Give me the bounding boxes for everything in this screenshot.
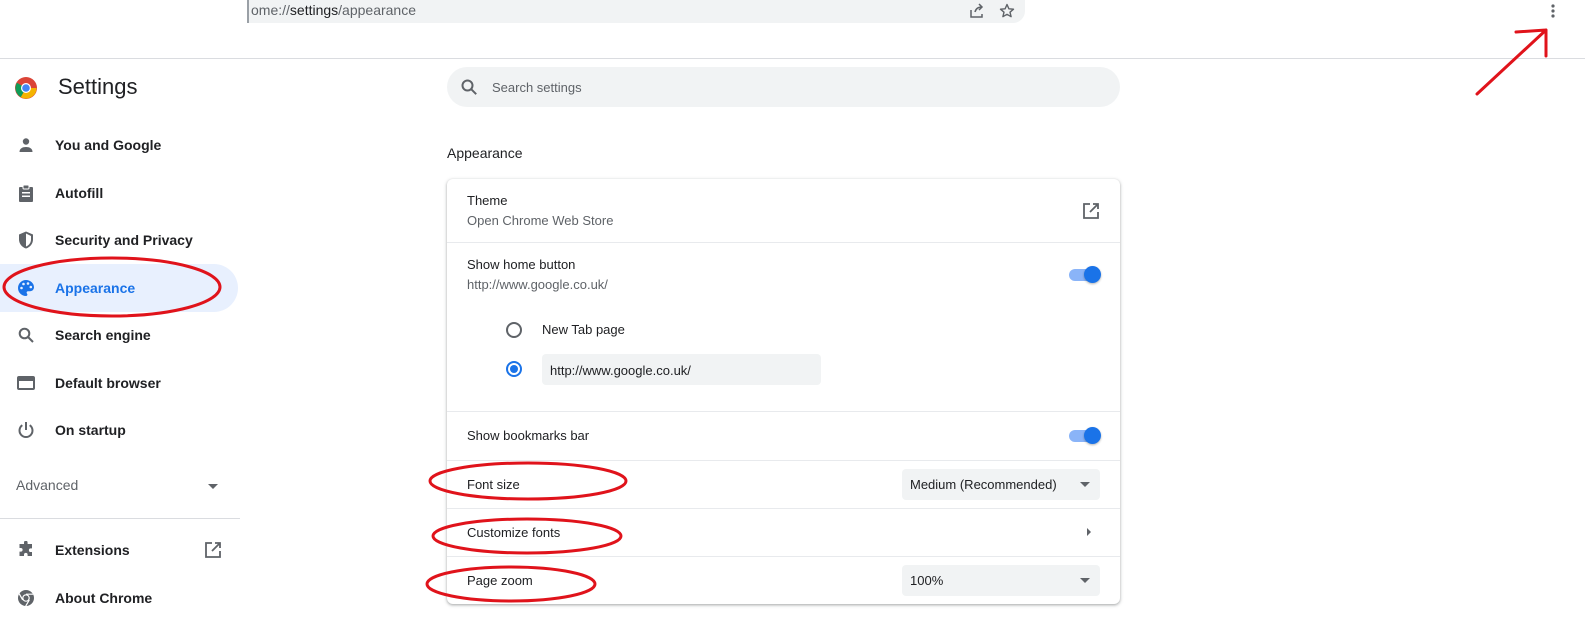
bookmark-star-icon[interactable]: [997, 1, 1017, 21]
font-size-select[interactable]: Medium (Recommended): [902, 469, 1100, 500]
sidebar-item-label: You and Google: [55, 137, 162, 153]
sidebar-item-on-startup[interactable]: On startup: [0, 406, 238, 454]
chrome-logo-icon: [14, 76, 38, 100]
chevron-down-icon[interactable]: [205, 479, 221, 495]
search-icon: [16, 325, 36, 345]
home-button-sublabel: http://www.google.co.uk/: [467, 277, 608, 292]
shield-icon: [16, 230, 36, 250]
sidebar-item-label: Autofill: [55, 185, 104, 201]
settings-sidebar: Settings You and Google Autofill Securit…: [0, 59, 240, 630]
sidebar-item-default-browser[interactable]: Default browser: [0, 359, 238, 407]
page-title: Settings: [58, 74, 138, 99]
open-in-new-icon[interactable]: [1080, 200, 1102, 222]
sidebar-divider: [0, 518, 240, 519]
browser-window-icon: [16, 373, 36, 393]
row-divider: [447, 556, 1120, 557]
home-button-toggle[interactable]: [1069, 266, 1101, 283]
dropdown-caret-icon: [1080, 578, 1090, 583]
radio-new-tab-page[interactable]: [506, 322, 522, 338]
radio-new-tab-page-label[interactable]: New Tab page: [542, 322, 625, 337]
sidebar-item-label: About Chrome: [55, 590, 153, 606]
bookmarks-bar-label: Show bookmarks bar: [467, 428, 590, 443]
customize-fonts-label[interactable]: Customize fonts: [467, 525, 560, 540]
sidebar-item-security-and-privacy[interactable]: Security and Privacy: [0, 216, 238, 264]
more-vert-icon[interactable]: [1544, 1, 1562, 21]
row-divider: [447, 508, 1120, 509]
sidebar-item-label: Search engine: [55, 327, 151, 343]
search-settings-bar[interactable]: [447, 67, 1120, 107]
row-divider: [447, 460, 1120, 461]
sidebar-item-label: Extensions: [55, 542, 130, 558]
home-url-input[interactable]: [550, 361, 810, 379]
dropdown-caret-icon: [1080, 482, 1090, 487]
appearance-card: Theme Open Chrome Web Store Show home bu…: [447, 179, 1120, 604]
puzzle-icon: [16, 540, 36, 560]
theme-label: Theme: [467, 193, 508, 208]
sidebar-item-label: Security and Privacy: [55, 232, 193, 248]
row-divider: [447, 411, 1120, 412]
clipboard-icon: [16, 183, 36, 203]
sidebar-item-search-engine[interactable]: Search engine: [0, 311, 238, 359]
page-zoom-select[interactable]: 100%: [902, 565, 1100, 596]
browser-toolbar: ome://settings/appearance: [0, 0, 1585, 59]
advanced-toggle-label[interactable]: Advanced: [16, 477, 78, 493]
font-size-value: Medium (Recommended): [910, 477, 1057, 492]
person-icon: [16, 135, 36, 155]
sidebar-item-label: Default browser: [55, 375, 161, 391]
page-zoom-value: 100%: [910, 573, 944, 588]
palette-icon: [16, 278, 36, 298]
open-in-new-icon[interactable]: [203, 540, 223, 560]
sidebar-item-about-chrome[interactable]: About Chrome: [0, 574, 238, 622]
sidebar-item-label: Appearance: [55, 280, 136, 296]
search-icon: [461, 79, 477, 95]
home-button-label: Show home button: [467, 257, 576, 272]
chrome-logo-icon: [16, 588, 36, 608]
section-title: Appearance: [447, 145, 523, 161]
page-zoom-label: Page zoom: [467, 573, 533, 588]
bookmarks-bar-toggle[interactable]: [1069, 427, 1101, 444]
power-icon: [16, 420, 36, 440]
home-url-field[interactable]: [542, 354, 821, 385]
search-input[interactable]: [492, 77, 1092, 97]
share-icon[interactable]: [967, 1, 987, 21]
radio-custom-url[interactable]: [506, 361, 522, 377]
chevron-right-icon[interactable]: [1087, 528, 1091, 536]
theme-sublabel[interactable]: Open Chrome Web Store: [467, 213, 613, 228]
font-size-label: Font size: [467, 477, 520, 492]
sidebar-item-appearance[interactable]: Appearance: [0, 264, 238, 312]
row-divider: [447, 242, 1120, 243]
sidebar-item-you-and-google[interactable]: You and Google: [0, 121, 238, 169]
sidebar-item-label: On startup: [55, 422, 126, 438]
sidebar-item-autofill[interactable]: Autofill: [0, 169, 238, 217]
address-bar-url[interactable]: ome://settings/appearance: [251, 2, 416, 18]
address-bar[interactable]: ome://settings/appearance: [247, 0, 1025, 23]
